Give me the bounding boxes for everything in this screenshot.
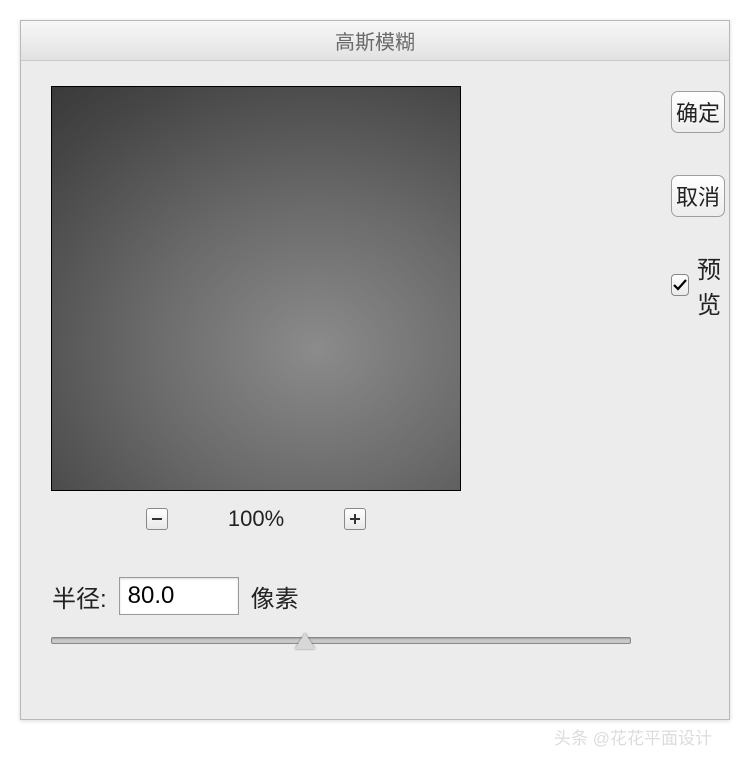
zoom-in-button[interactable]: [344, 508, 366, 530]
slider-thumb[interactable]: [295, 633, 315, 649]
dialog-left-column: 100% 半径: 像素: [51, 86, 631, 644]
gaussian-blur-dialog: 高斯模糊 100% 半径: 像素: [20, 20, 730, 720]
zoom-controls: 100%: [51, 506, 461, 532]
radius-label: 半径:: [52, 579, 107, 614]
radius-row: 半径: 像素: [51, 577, 631, 615]
preview-checkbox-row: 预览: [671, 250, 725, 320]
watermark-text: 头条 @花花平面设计: [20, 720, 730, 749]
preview-image[interactable]: [51, 86, 461, 491]
dialog-titlebar: 高斯模糊: [21, 21, 729, 61]
radius-slider[interactable]: [51, 637, 631, 644]
minus-icon: [151, 513, 163, 525]
dialog-body: 100% 半径: 像素 确定 取消: [21, 61, 729, 664]
preview-checkbox-label: 预览: [697, 250, 725, 320]
zoom-out-button[interactable]: [146, 508, 168, 530]
slider-track: [51, 637, 631, 644]
radius-unit: 像素: [251, 579, 299, 614]
plus-icon: [349, 513, 361, 525]
dialog-title: 高斯模糊: [335, 26, 415, 55]
check-icon: [672, 277, 688, 293]
dialog-right-column: 确定 取消 预览: [671, 86, 725, 644]
cancel-button[interactable]: 取消: [671, 175, 725, 217]
preview-checkbox[interactable]: [671, 274, 689, 296]
zoom-level: 100%: [228, 506, 284, 532]
radius-input[interactable]: [119, 577, 239, 615]
ok-button[interactable]: 确定: [671, 91, 725, 133]
